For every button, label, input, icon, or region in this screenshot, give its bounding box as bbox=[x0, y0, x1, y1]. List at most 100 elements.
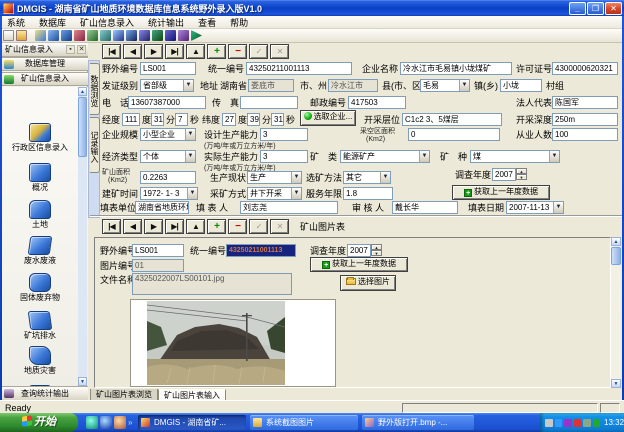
tab-data-browse[interactable]: 数据浏览 bbox=[90, 63, 100, 115]
fill-date-select[interactable]: 2007-11-13▼ bbox=[506, 201, 564, 214]
report-icon[interactable] bbox=[178, 30, 189, 41]
nav-first-button[interactable]: |◀ bbox=[102, 219, 121, 234]
field-no-input[interactable]: LS001 bbox=[140, 62, 196, 75]
sidebar-item-land[interactable]: 土地 bbox=[4, 200, 76, 229]
waste-water-icon[interactable] bbox=[74, 30, 85, 41]
land-icon[interactable] bbox=[61, 30, 72, 41]
survey-year-input[interactable]: 2007 bbox=[492, 168, 516, 181]
status-select[interactable]: 生产▼ bbox=[247, 171, 302, 184]
pic-survey-year-input[interactable]: 2007 bbox=[347, 244, 371, 257]
tray-icon-5[interactable] bbox=[583, 419, 591, 427]
pic-survey-year-spinner[interactable]: ▲▼ bbox=[371, 244, 382, 257]
close-panel-icon[interactable]: ✕ bbox=[77, 45, 86, 54]
sidebar-scrollbar[interactable]: ▲ ▼ bbox=[78, 87, 87, 386]
tray-icon-6[interactable] bbox=[593, 419, 601, 427]
nav-last-button[interactable]: ▶| bbox=[165, 44, 184, 59]
license-input[interactable]: 4300000620321 bbox=[552, 62, 618, 75]
geo-hazard-icon[interactable] bbox=[113, 30, 124, 41]
mining-method-select[interactable]: 井下开采▼ bbox=[247, 187, 302, 200]
auditor-input[interactable]: 戴长华 bbox=[392, 201, 458, 214]
menu-system[interactable]: 系统 bbox=[0, 16, 32, 29]
longitude-sec-input[interactable]: 7 bbox=[175, 113, 188, 126]
employees-input[interactable]: 100 bbox=[552, 128, 618, 141]
mine-class-select[interactable]: 能源矿产▼ bbox=[340, 150, 430, 163]
filename-textarea[interactable]: 4325022007LS00101.jpg bbox=[132, 273, 292, 295]
pick-company-button[interactable]: 选取企业... bbox=[300, 110, 356, 126]
tray-icon-4[interactable] bbox=[574, 419, 582, 427]
pic-no-input[interactable]: 01 bbox=[132, 259, 184, 272]
nav-post-button[interactable]: ✓ bbox=[249, 44, 268, 59]
postcode-input[interactable]: 417503 bbox=[348, 96, 406, 109]
build-time-select[interactable]: 1972- 1- 3▼ bbox=[140, 187, 198, 200]
pic-get-prev-year-button[interactable]: +获取上一年度数据 bbox=[310, 257, 408, 272]
dressing-select[interactable]: 其它▼ bbox=[343, 171, 391, 184]
sidebar-item-solid-waste[interactable]: 固体废弃物 bbox=[4, 273, 76, 302]
quicklaunch-icon-3[interactable] bbox=[114, 416, 126, 429]
pic-unified-no-input[interactable]: 43250211001113 bbox=[226, 244, 296, 257]
nav-last-button[interactable]: ▶| bbox=[165, 219, 184, 234]
company-input[interactable]: 冷水江市毛易镇小垅煤矿 bbox=[400, 62, 512, 75]
menu-mine-entry[interactable]: 矿山信息录入 bbox=[73, 16, 141, 29]
fill-person-input[interactable]: 刘志尧 bbox=[240, 201, 338, 214]
picture-panel-scrollbar[interactable]: ▲ ▼ bbox=[611, 237, 621, 388]
nav-prev-button[interactable]: ◀ bbox=[123, 44, 142, 59]
sidebar-group-mine-entry[interactable]: 矿山信息录入 bbox=[2, 72, 88, 86]
admin-entry-icon[interactable] bbox=[35, 30, 46, 41]
sidebar-item-mine-drain[interactable]: 矿坑排水 bbox=[4, 311, 76, 340]
sidebar-item-geo-hazard[interactable]: 地质灾害 bbox=[4, 346, 76, 375]
run-arrow-icon[interactable] bbox=[191, 30, 202, 41]
minimize-button[interactable]: _ bbox=[569, 2, 586, 15]
land-survey-icon[interactable] bbox=[126, 30, 137, 41]
nav-cancel-button[interactable]: ✕ bbox=[270, 44, 289, 59]
taskbar-task-bmp[interactable]: 野外版打开.bmp -... bbox=[362, 415, 474, 430]
taskbar-task-dmgis[interactable]: DMGIS - 湖南省矿... bbox=[138, 415, 246, 430]
mine-kind-select[interactable]: 煤▼ bbox=[470, 150, 560, 163]
mine-area-input[interactable]: 0.2263 bbox=[140, 171, 196, 184]
tab-record-input[interactable]: 记录输入 bbox=[90, 117, 100, 173]
mine-drain-icon[interactable] bbox=[100, 30, 111, 41]
tray-icon-2[interactable] bbox=[555, 419, 563, 427]
start-button[interactable]: 开始 bbox=[0, 413, 78, 432]
scroll-down-icon[interactable]: ▼ bbox=[78, 377, 87, 386]
tray-icon-3[interactable] bbox=[564, 419, 572, 427]
nav-first-button[interactable]: |◀ bbox=[102, 44, 121, 59]
nav-delete-button[interactable]: − bbox=[228, 44, 247, 59]
scrollbar-thumb[interactable] bbox=[611, 247, 621, 265]
nav-next-button[interactable]: ▶ bbox=[144, 44, 163, 59]
mining-layer-input[interactable]: C1c2 3、5煤层 bbox=[402, 113, 502, 126]
phone-input[interactable]: 13607387000 bbox=[128, 96, 206, 109]
sidebar-group-database[interactable]: 数据库管理 bbox=[2, 57, 88, 71]
sidebar-item-waste-water[interactable]: 废水废液 bbox=[4, 236, 76, 265]
tray-icon-1[interactable] bbox=[545, 419, 553, 427]
sidebar-item-overview[interactable]: 概况 bbox=[4, 163, 76, 192]
nav-delete-button[interactable]: − bbox=[228, 219, 247, 234]
scroll-up-icon[interactable]: ▲ bbox=[78, 87, 87, 96]
sidebar-item-admin-entry[interactable]: 行政区信息录入 bbox=[4, 123, 76, 152]
scroll-up-icon[interactable]: ▲ bbox=[611, 237, 621, 246]
open-folder-icon[interactable] bbox=[16, 30, 27, 41]
town-input[interactable]: 小垅 bbox=[500, 79, 542, 92]
sidebar-item-query-stats[interactable]: 查询统计输出 bbox=[2, 386, 88, 400]
longitude-min-input[interactable]: 31 bbox=[151, 113, 164, 126]
quicklaunch-overflow-icon[interactable]: » bbox=[128, 418, 132, 427]
stat-1-icon[interactable] bbox=[139, 30, 150, 41]
nav-refresh-button[interactable]: ▲ bbox=[186, 44, 205, 59]
quicklaunch-icon-1[interactable] bbox=[86, 416, 98, 429]
latitude-min-input[interactable]: 39 bbox=[247, 113, 260, 126]
menu-help[interactable]: 帮助 bbox=[223, 16, 255, 29]
survey-year-spinner[interactable]: ▲▼ bbox=[516, 168, 527, 181]
nav-cancel-button[interactable]: ✕ bbox=[270, 219, 289, 234]
menu-view[interactable]: 查看 bbox=[191, 16, 223, 29]
latitude-sec-input[interactable]: 31 bbox=[271, 113, 284, 126]
unified-no-input[interactable]: 43250211001113 bbox=[246, 62, 352, 75]
latitude-deg-input[interactable]: 27 bbox=[222, 113, 236, 126]
goaf-area-input[interactable]: 0 bbox=[408, 128, 500, 141]
mining-depth-input[interactable]: 250m bbox=[552, 113, 618, 126]
actual-capacity-input[interactable]: 3 bbox=[260, 150, 308, 163]
menu-database[interactable]: 数据库 bbox=[32, 16, 73, 29]
longitude-deg-input[interactable]: 111 bbox=[122, 113, 140, 126]
taskbar-task-screenshots[interactable]: 系统截图图片 bbox=[250, 415, 358, 430]
economy-type-select[interactable]: 个体▼ bbox=[140, 150, 196, 163]
fax-input[interactable] bbox=[240, 96, 298, 109]
restore-button[interactable]: ❐ bbox=[587, 2, 604, 15]
